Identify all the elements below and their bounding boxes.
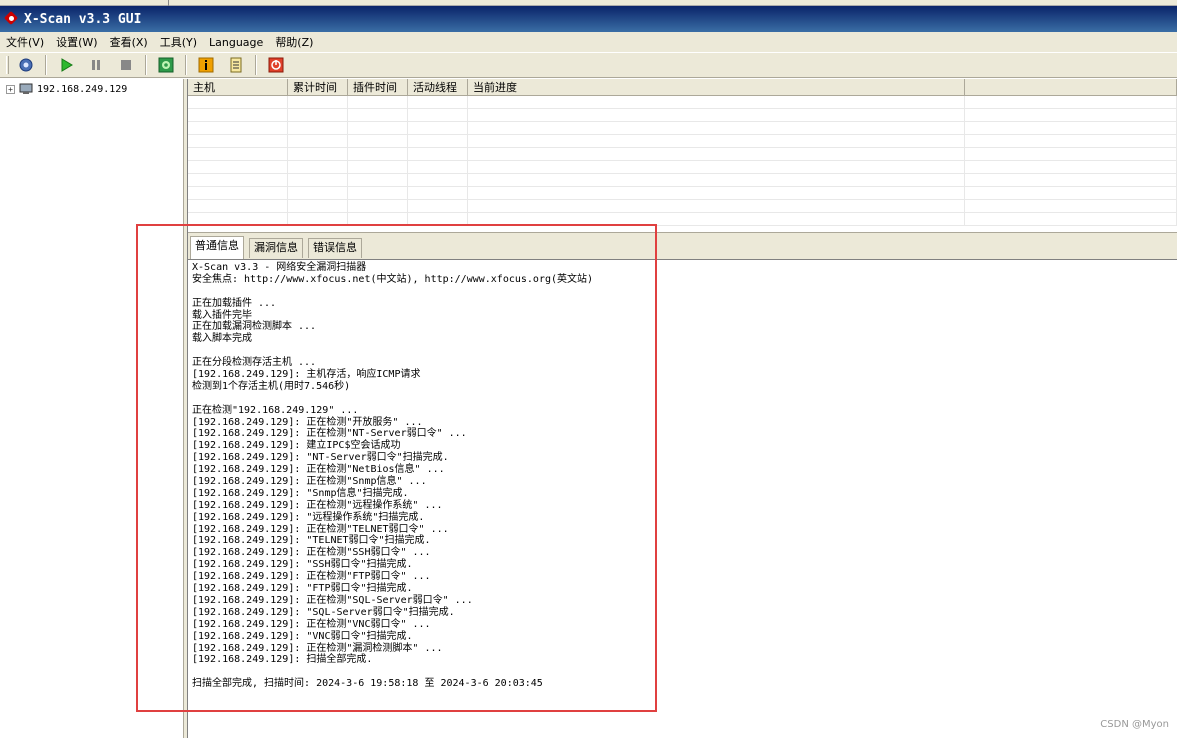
- grid-empty-row: [188, 96, 1177, 109]
- tree-item-host[interactable]: + 192.168.249.129: [6, 83, 127, 95]
- pause-icon: [92, 60, 100, 70]
- grid-empty-row: [188, 122, 1177, 135]
- column-progress[interactable]: 当前进度: [468, 79, 965, 95]
- plugin-icon: [158, 57, 174, 73]
- menu-help[interactable]: 帮助(Z): [269, 34, 319, 50]
- log-line: 正在加载插件 ...: [192, 297, 277, 309]
- log-line: [192.168.249.129]: "NT-Server弱口令"扫描完成.: [192, 452, 449, 464]
- log-line: 安全焦点: http://www.xfocus.net(中文站), http:/…: [192, 273, 594, 285]
- column-active-threads[interactable]: 活动线程: [408, 79, 468, 95]
- grid-rows: [188, 96, 1177, 232]
- log-line: [192.168.249.129]: 正在检测"SSH弱口令" ...: [192, 547, 431, 559]
- log-line: [192.168.249.129]: 正在检测"TELNET弱口令" ...: [192, 523, 449, 535]
- toolbar-separator: [145, 55, 147, 75]
- plugin-button[interactable]: [155, 55, 177, 75]
- report-icon: [230, 57, 242, 73]
- grid-empty-row: [188, 161, 1177, 174]
- log-line: [192.168.249.129]: 主机存活，响应ICMP请求: [192, 369, 421, 381]
- menu-view[interactable]: 查看(X): [104, 34, 154, 50]
- report-button[interactable]: [225, 55, 247, 75]
- log-line: 载入脚本完成: [192, 333, 252, 345]
- log-line: [192.168.249.129]: "远程操作系统"扫描完成.: [192, 511, 425, 523]
- log-line: [192.168.249.129]: 正在检测"VNC弱口令" ...: [192, 618, 431, 630]
- grid-empty-row: [188, 187, 1177, 200]
- toolbar-separator: [185, 55, 187, 75]
- log-line: [192.168.249.129]: 正在检测"NT-Server弱口令" ..…: [192, 428, 467, 440]
- toolbar-separator: [45, 55, 47, 75]
- info-button[interactable]: [195, 55, 217, 75]
- menu-language[interactable]: Language: [203, 36, 269, 49]
- tab-error-info[interactable]: 错误信息: [308, 238, 362, 258]
- stop-button[interactable]: [115, 55, 137, 75]
- grid-empty-row: [188, 200, 1177, 213]
- column-elapsed-time[interactable]: 累计时间: [288, 79, 348, 95]
- menu-file[interactable]: 文件(V): [0, 34, 50, 50]
- grid-empty-row: [188, 135, 1177, 148]
- log-line: [192.168.249.129]: 正在检测"FTP弱口令" ...: [192, 571, 431, 583]
- xscan-app-icon: [4, 11, 20, 27]
- log-line: [192.168.249.129]: "VNC弱口令"扫描完成.: [192, 630, 413, 642]
- title-bar: X-Scan v3.3 GUI: [0, 6, 1177, 32]
- grid-empty-row: [188, 148, 1177, 161]
- log-line: 载入插件完毕: [192, 309, 252, 321]
- log-line: [192.168.249.129]: "FTP弱口令"扫描完成.: [192, 583, 413, 595]
- log-line: 正在加载漏洞检测脚本 ...: [192, 321, 317, 333]
- grid-empty-row: [188, 213, 1177, 226]
- exit-icon: [268, 57, 284, 73]
- computer-icon: [19, 83, 33, 94]
- toolbar-separator: [255, 55, 257, 75]
- column-host[interactable]: 主机: [188, 79, 288, 95]
- column-extra: [965, 79, 1177, 95]
- log-line: [192.168.249.129]: 正在检测"远程操作系统" ...: [192, 499, 443, 511]
- log-line: [192.168.249.129]: 正在检测"漏洞检测脚本" ...: [192, 642, 443, 654]
- start-button[interactable]: [55, 55, 77, 75]
- menu-tools[interactable]: 工具(Y): [154, 34, 203, 50]
- log-line: 正在检测"192.168.249.129" ...: [192, 404, 359, 416]
- log-line: 扫描全部完成, 扫描时间: 2024-3-6 19:58:18 至 2024-3…: [192, 678, 543, 690]
- log-line: [192.168.249.129]: 扫描全部完成.: [192, 654, 373, 666]
- log-line: [192.168.249.129]: 正在检测"Snmp信息" ...: [192, 476, 427, 488]
- tab-vulnerability-info[interactable]: 漏洞信息: [249, 238, 303, 258]
- exit-button[interactable]: [265, 55, 287, 75]
- tree-host-label: 192.168.249.129: [37, 83, 128, 95]
- connect-icon: [19, 58, 33, 72]
- toolbar-gripper: [6, 56, 9, 74]
- stop-icon: [121, 60, 131, 70]
- watermark: CSDN @Myon⁠: [1100, 719, 1169, 730]
- grid-empty-row: [188, 174, 1177, 187]
- column-plugin-time[interactable]: 插件时间: [348, 79, 408, 95]
- log-line: X-Scan v3.3 - 网络安全漏洞扫描器: [192, 262, 367, 273]
- log-line: [192.168.249.129]: "SSH弱口令"扫描完成.: [192, 559, 413, 571]
- log-output[interactable]: X-Scan v3.3 - 网络安全漏洞扫描器 安全焦点: http://www.…: [188, 259, 1177, 738]
- tab-general-info[interactable]: 普通信息: [190, 236, 244, 260]
- toolbar: [0, 52, 1177, 78]
- log-line: [192.168.249.129]: "TELNET弱口令"扫描完成.: [192, 535, 431, 547]
- connect-button[interactable]: [15, 55, 37, 75]
- log-line: 正在分段检测存活主机 ...: [192, 357, 317, 369]
- info-icon: [198, 57, 214, 73]
- play-icon: [61, 58, 73, 72]
- menu-bar: 文件(V) 设置(W) 查看(X) 工具(Y) Language 帮助(Z): [0, 32, 1177, 52]
- host-tree-pane: + 192.168.249.129: [0, 79, 184, 738]
- expand-plus-icon[interactable]: +: [6, 84, 15, 94]
- log-line: [192.168.249.129]: 建立IPC$空会话成功: [192, 440, 401, 452]
- log-line: 检测到1个存活主机(用时7.546秒): [192, 380, 351, 392]
- log-line: [192.168.249.129]: 正在检测"SQL-Server弱口令" .…: [192, 594, 473, 606]
- info-tabs: 普通信息 漏洞信息 错误信息: [188, 232, 1177, 260]
- scan-status-grid: 主机 累计时间 插件时间 活动线程 当前进度: [188, 79, 1177, 232]
- log-line: [192.168.249.129]: "SQL-Server弱口令"扫描完成.: [192, 606, 455, 618]
- log-line: [192.168.249.129]: "Snmp信息"扫描完成.: [192, 487, 409, 499]
- log-line: [192.168.249.129]: 正在检测"开放服务" ...: [192, 416, 423, 428]
- window-title: X-Scan v3.3 GUI: [24, 11, 142, 27]
- grid-header: 主机 累计时间 插件时间 活动线程 当前进度: [188, 79, 1177, 96]
- menu-settings[interactable]: 设置(W): [50, 34, 103, 50]
- log-line: [192.168.249.129]: 正在检测"NetBios信息" ...: [192, 464, 445, 476]
- pause-button[interactable]: [85, 55, 107, 75]
- grid-empty-row: [188, 109, 1177, 122]
